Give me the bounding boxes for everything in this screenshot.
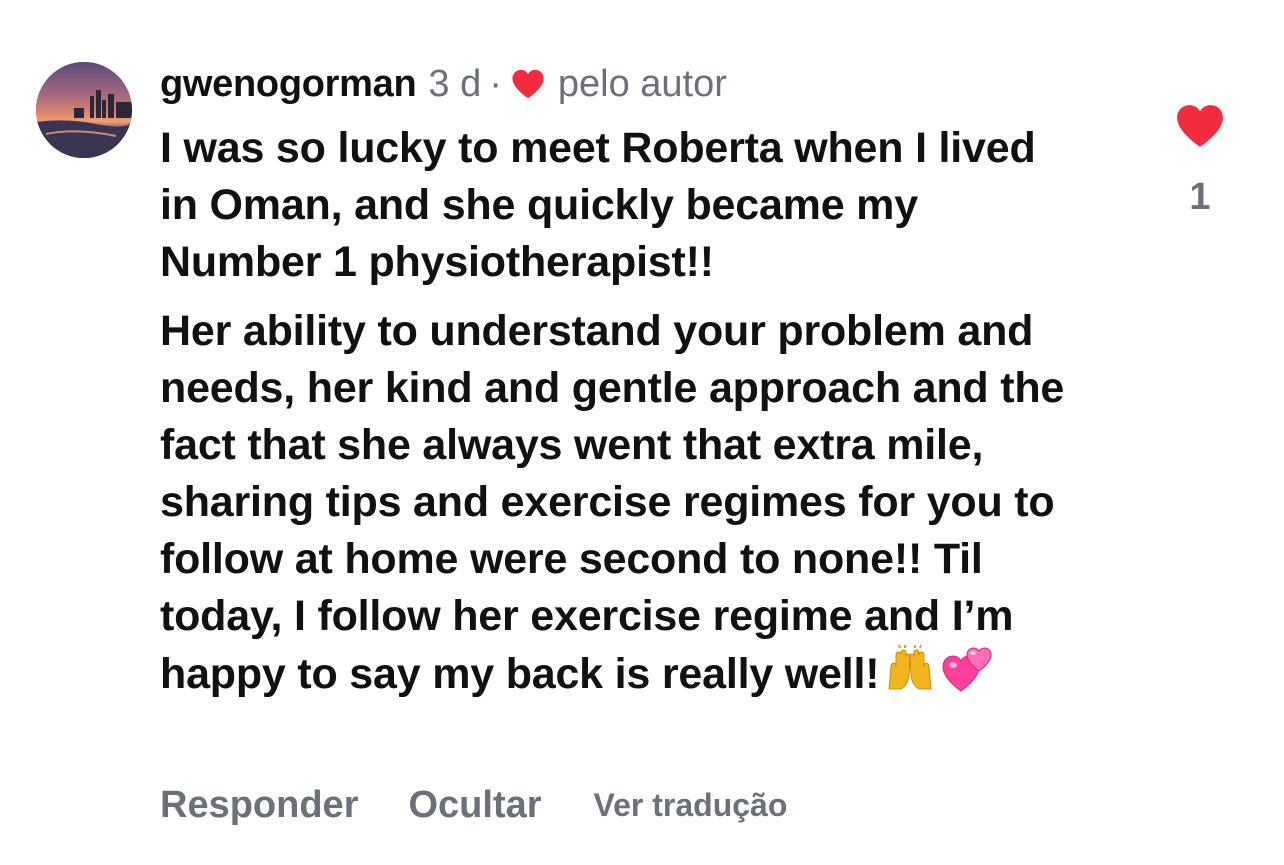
- heart-filled-icon: [1177, 105, 1223, 147]
- liked-by-author-label: pelo autor: [557, 62, 727, 105]
- comment-text: Her ability to understand your problem a…: [160, 307, 1065, 698]
- like-count: 1: [1189, 176, 1211, 218]
- see-translation-button[interactable]: Ver tradução: [594, 787, 788, 824]
- reply-button[interactable]: Responder: [160, 784, 358, 827]
- raising-hands-emoji: [885, 644, 935, 708]
- separator-dot: ·: [489, 62, 502, 105]
- avatar-image: [36, 62, 132, 158]
- two-hearts-emoji: [941, 645, 995, 708]
- comment: gwenogorman 3 d · pelo autor I was so lu…: [0, 0, 1284, 865]
- username-link[interactable]: gwenogorman: [160, 63, 417, 106]
- comment-text-paragraph: I was so lucky to meet Roberta when I li…: [160, 124, 1036, 286]
- heart-icon: [510, 66, 546, 102]
- hide-button[interactable]: Ocultar: [408, 784, 541, 827]
- comment-text-paragraph-2: Her ability to understand your problem a…: [160, 303, 1100, 708]
- like-button[interactable]: [1168, 98, 1232, 154]
- like-column: 1: [1168, 98, 1232, 219]
- comment-actions: Responder Ocultar Ver tradução: [160, 778, 787, 832]
- comment-body: gwenogorman 3 d · pelo autor I was so lu…: [160, 58, 1120, 708]
- avatar[interactable]: [36, 62, 132, 158]
- comment-header: gwenogorman 3 d · pelo autor: [160, 58, 1120, 110]
- timestamp: 3 d: [428, 62, 482, 105]
